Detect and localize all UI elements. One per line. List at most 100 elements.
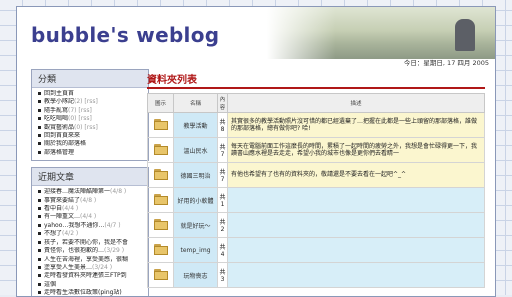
folder-description: [227, 187, 485, 213]
recent-post-link[interactable]: 塗享受人生美景…(3/24 ): [38, 264, 144, 272]
folder-icon[interactable]: [153, 268, 168, 280]
folder-icon-cell[interactable]: [147, 112, 174, 138]
recent-post-link[interactable]: 走時看生活數位政策(ping站): [38, 289, 144, 296]
item-label[interactable]: 事實來要結了: [44, 197, 80, 204]
categories-list: 回到主頁首 教學小隊記(2) [rss] 隨手亂寫(7) [rss] 吃吃喝喝(0) …: [32, 88, 148, 160]
folder-icon[interactable]: [153, 118, 168, 130]
recent-post-link[interactable]: 事實來要結了(4/8 ): [38, 197, 144, 205]
folder-row: 德國三明治 共7 有他也希望有了也有的資料夾的，敬請還是不要去看在一起吧^_^: [147, 162, 485, 188]
item-label[interactable]: 吃吃喝喝: [44, 115, 68, 122]
category-link[interactable]: 隨手亂寫(7) [rss]: [38, 107, 144, 115]
blog-page: bubble's weblog 今日：星期日, 17 四月 2005 分類 回到…: [16, 6, 496, 297]
recent-post-link[interactable]: 不想了(4/2 ): [38, 230, 144, 238]
recent-post-link[interactable]: 人生在苦海裡，享受美感，很糊: [38, 256, 144, 264]
item-meta: (2) [rss]: [74, 98, 98, 106]
category-link[interactable]: 關於我的部落格: [38, 140, 144, 148]
folder-icon[interactable]: [153, 243, 168, 255]
bullet-icon: [38, 100, 41, 104]
folder-icon[interactable]: [153, 168, 168, 180]
category-link[interactable]: 回到主頁首: [38, 90, 144, 98]
recent-post-link[interactable]: 這個: [38, 281, 144, 289]
bullet-icon: [38, 274, 41, 278]
item-meta: (4/7 ): [104, 221, 121, 229]
item-label[interactable]: yahoo…我想不通你…: [44, 222, 104, 229]
bullet-icon: [38, 223, 41, 227]
item-label[interactable]: 人生在苦海裡，享受美感，很糊: [44, 256, 128, 263]
item-meta: (3/24 ): [92, 263, 113, 271]
folder-icon[interactable]: [153, 193, 168, 205]
item-meta: (4/2 ): [62, 230, 79, 238]
item-label[interactable]: 觀賞藝術品: [44, 124, 74, 131]
folder-description: [227, 262, 485, 288]
column-header-name: 名稱: [173, 93, 218, 113]
item-label[interactable]: 不想了: [44, 230, 62, 237]
recent-post-link[interactable]: yahoo…我想不通你…(4/7 ): [38, 222, 144, 230]
folder-icon-cell[interactable]: [147, 262, 174, 288]
recent-posts-box: 近期文章 迎接春…魔法陣酷陣第一(4/8 ) 事實來要結了(4/8 ) 看中自(4/…: [31, 167, 149, 296]
folder-name-link[interactable]: 德國三明治: [173, 162, 218, 188]
bullet-icon: [38, 198, 41, 202]
item-label[interactable]: 這個: [44, 281, 56, 288]
bullet-icon: [38, 240, 41, 244]
item-label[interactable]: 隨手亂寫: [44, 107, 68, 114]
folder-icon[interactable]: [153, 143, 168, 155]
recent-post-link[interactable]: 看中自(4/4 ): [38, 205, 144, 213]
folder-icon-cell[interactable]: [147, 237, 174, 263]
folder-icon[interactable]: [153, 218, 168, 230]
sidebar: 分類 回到主頁首 教學小隊記(2) [rss] 隨手亂寫(7) [rss] 吃吃喝喝(…: [31, 69, 149, 296]
item-label[interactable]: 走時看發資料夾時連張三FTP到: [44, 272, 127, 279]
category-link[interactable]: 觀賞藝術品(0) [rss]: [38, 124, 144, 132]
folder-row: 就是好玩～ 共2: [147, 212, 485, 238]
item-meta: (4/8 ): [80, 196, 97, 204]
category-link[interactable]: 教學小隊記(2) [rss]: [38, 98, 144, 106]
item-label[interactable]: 責怪你，也很抱歉的…: [44, 247, 104, 254]
folder-table: 圖示 名稱 內容 描述 教學活動 共8 其實很多的教學活動照片沒可惜的都已經遺棄了……: [147, 93, 485, 288]
recent-post-link[interactable]: 走時看發資料夾時連張三FTP到: [38, 272, 144, 280]
bullet-icon: [38, 215, 41, 219]
item-label[interactable]: 看中自: [44, 205, 62, 212]
recent-posts-title: 近期文章: [32, 168, 148, 187]
folder-icon-cell[interactable]: [147, 187, 174, 213]
bullet-icon: [38, 125, 41, 129]
folder-item-count: 共1: [217, 187, 228, 213]
item-label[interactable]: 教學小隊記: [44, 98, 74, 105]
recent-post-link[interactable]: 責怪你，也很抱歉的…(3/29 ): [38, 247, 144, 255]
folder-description: 其實很多的教學活動照片沒可惜的都已經遺棄了…把握在此都是一些上頭留的那部落格，誰…: [227, 112, 485, 138]
item-label[interactable]: 回到主頁首: [44, 90, 74, 97]
folder-icon-cell[interactable]: [147, 137, 174, 163]
bullet-icon: [38, 190, 41, 194]
current-date: 今日：星期日, 17 四月 2005: [403, 59, 489, 67]
column-header-count: 內容: [217, 93, 228, 113]
folder-icon-cell[interactable]: [147, 212, 174, 238]
item-meta: (0) [rss]: [74, 123, 98, 131]
item-label[interactable]: 有一陣重文…: [44, 213, 80, 220]
folder-item-count: 共7: [217, 162, 228, 188]
folder-name-link[interactable]: temp_img: [173, 237, 218, 263]
bullet-icon: [38, 249, 41, 253]
item-label[interactable]: 部落格管理: [44, 149, 74, 156]
folder-name-link[interactable]: 玩物喪志: [173, 262, 218, 288]
folder-name-link[interactable]: 就是好玩～: [173, 212, 218, 238]
category-link[interactable]: 回到首頁來來: [38, 132, 144, 140]
recent-post-link[interactable]: 迎接春…魔法陣酷陣第一(4/8 ): [38, 188, 144, 196]
recent-post-link[interactable]: 孩子，若要不開心你，我是不會: [38, 239, 144, 247]
folder-name-link[interactable]: 教學活動: [173, 112, 218, 138]
item-meta: (4/4 ): [80, 213, 97, 221]
folder-name-link[interactable]: 好用的小軟體: [173, 187, 218, 213]
bullet-icon: [38, 282, 41, 286]
folder-table-body: 教學活動 共8 其實很多的教學活動照片沒可惜的都已經遺棄了…把握在此都是一些上頭留的…: [147, 112, 485, 288]
item-label[interactable]: 回到首頁來來: [44, 132, 80, 139]
item-label[interactable]: 孩子，若要不開心你，我是不會: [44, 239, 128, 246]
folder-item-count: 共2: [217, 212, 228, 238]
category-link[interactable]: 吃吃喝喝(0) [rss]: [38, 115, 144, 123]
item-label[interactable]: 塗享受人生美景…: [44, 264, 92, 271]
column-header-icon: 圖示: [147, 93, 174, 113]
recent-post-link[interactable]: 有一陣重文…(4/4 ): [38, 213, 144, 221]
folder-name-link[interactable]: 溫山民水: [173, 137, 218, 163]
item-label[interactable]: 關於我的部落格: [44, 140, 86, 147]
item-label[interactable]: 迎接春…魔法陣酷陣第一: [44, 188, 110, 195]
category-link[interactable]: 部落格管理: [38, 149, 144, 157]
blog-title[interactable]: bubble's weblog: [31, 23, 219, 47]
item-label[interactable]: 走時看生活數位政策(ping站): [44, 289, 122, 296]
folder-icon-cell[interactable]: [147, 162, 174, 188]
